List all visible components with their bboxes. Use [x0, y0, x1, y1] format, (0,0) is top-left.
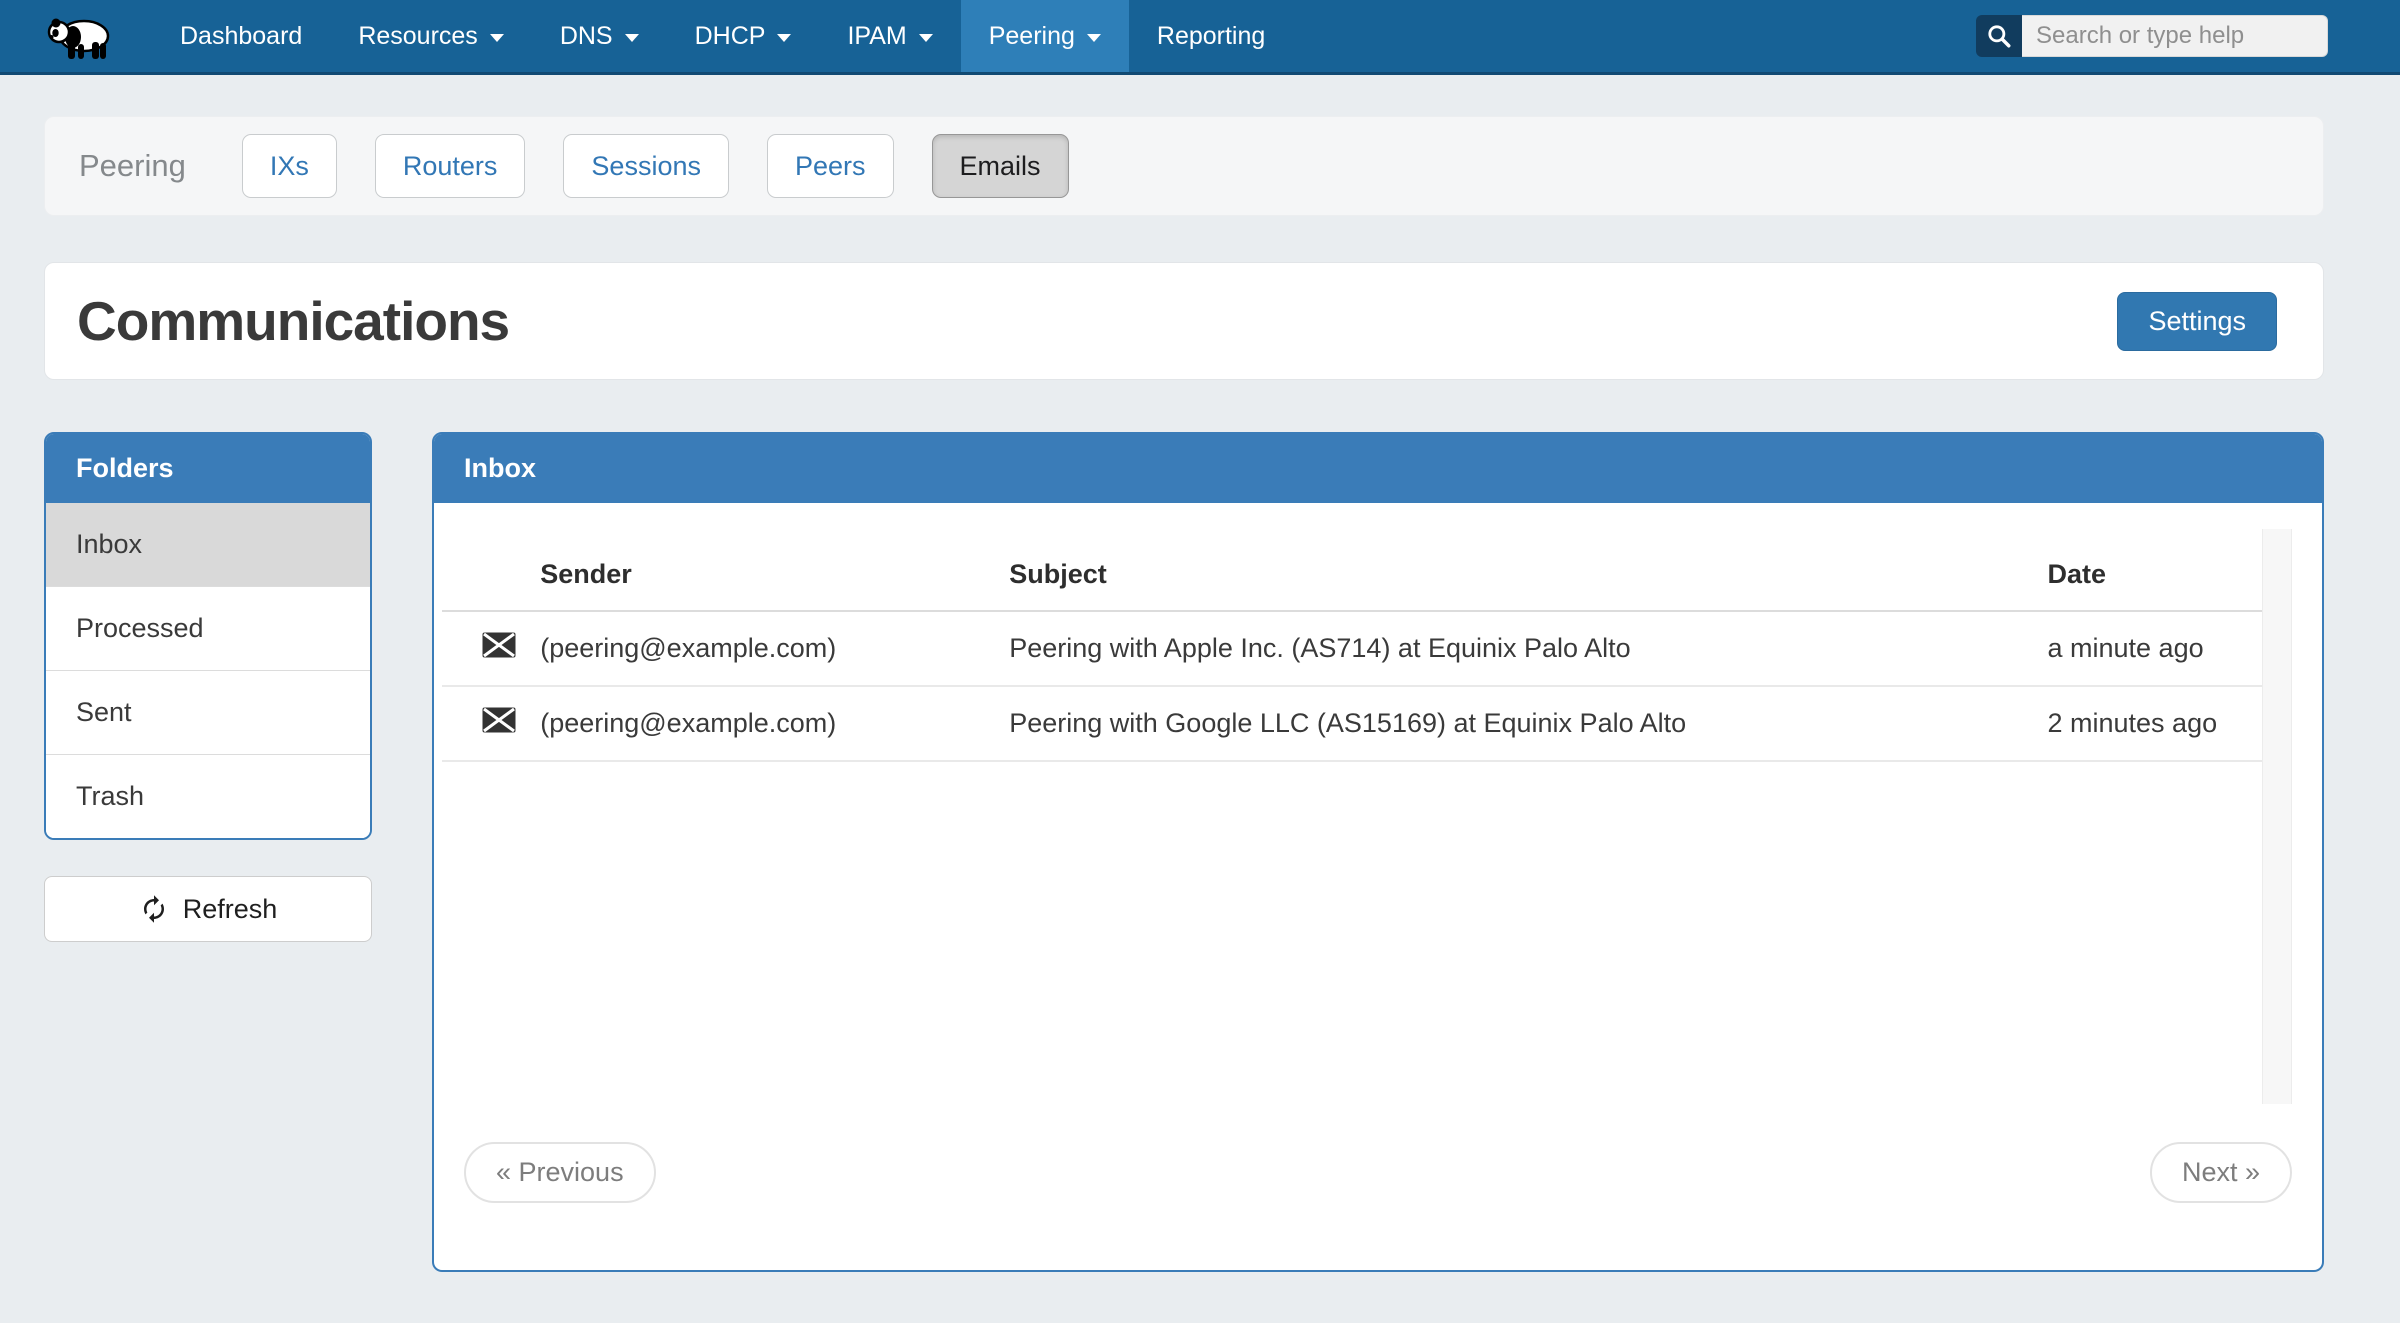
nav-item-label: Dashboard: [180, 22, 302, 51]
nav-item-label: Reporting: [1157, 22, 1265, 51]
email-table: Sender Subject Date (peering@examp: [442, 529, 2262, 762]
global-search: [1976, 15, 2328, 57]
table-scrollbar[interactable]: [2262, 529, 2292, 1104]
nav-item-label: Resources: [358, 22, 478, 51]
previous-page-button[interactable]: « Previous: [464, 1142, 656, 1203]
email-sender: (peering@example.com): [540, 686, 1009, 761]
folder-item-trash[interactable]: Trash: [46, 754, 370, 838]
nav-item-dns[interactable]: DNS: [532, 0, 667, 72]
icon-column-header: [442, 529, 540, 611]
envelope-icon: [482, 707, 516, 733]
search-input[interactable]: [2022, 15, 2328, 57]
main-nav: Dashboard Resources DNS DHCP IPAM Peerin…: [152, 0, 1293, 72]
chevron-down-icon: [777, 34, 791, 42]
email-row[interactable]: (peering@example.com) Peering with Apple…: [442, 611, 2262, 686]
refresh-button[interactable]: Refresh: [44, 876, 372, 942]
envelope-icon: [482, 632, 516, 658]
nav-item-dhcp[interactable]: DHCP: [667, 0, 820, 72]
page-header-card: Communications Settings: [44, 262, 2324, 380]
nav-item-dashboard[interactable]: Dashboard: [152, 0, 330, 72]
tab-routers[interactable]: Routers: [375, 134, 526, 198]
folder-item-processed[interactable]: Processed: [46, 586, 370, 670]
folders-panel-title: Folders: [46, 434, 370, 503]
nav-item-label: DNS: [560, 22, 613, 51]
top-navbar: Dashboard Resources DNS DHCP IPAM Peerin…: [0, 0, 2400, 75]
panda-logo-icon: [46, 12, 112, 60]
pagination: « Previous Next »: [464, 1142, 2292, 1203]
email-sender: (peering@example.com): [540, 611, 1009, 686]
email-subject: Peering with Google LLC (AS15169) at Equ…: [1009, 686, 2047, 761]
main-content: Folders Inbox Processed Sent Trash Refre…: [44, 432, 2324, 1272]
folder-item-inbox[interactable]: Inbox: [46, 503, 370, 586]
nav-item-resources[interactable]: Resources: [330, 0, 532, 72]
chevron-down-icon: [625, 34, 639, 42]
subject-column-header: Subject: [1009, 529, 2047, 611]
next-page-button[interactable]: Next »: [2150, 1142, 2292, 1203]
page-title: Communications: [77, 289, 509, 353]
tab-peers[interactable]: Peers: [767, 134, 894, 198]
folders-panel: Folders Inbox Processed Sent Trash: [44, 432, 372, 840]
section-label: Peering: [79, 148, 186, 184]
email-date: 2 minutes ago: [2048, 686, 2263, 761]
email-subject: Peering with Apple Inc. (AS714) at Equin…: [1009, 611, 2047, 686]
inbox-panel: Inbox Sender Subject Date: [432, 432, 2324, 1272]
date-column-header: Date: [2048, 529, 2263, 611]
email-table-container: Sender Subject Date (peering@examp: [442, 529, 2292, 1104]
peering-tabs: IXs Routers Sessions Peers Emails: [242, 134, 1069, 198]
folders-column: Folders Inbox Processed Sent Trash Refre…: [44, 432, 372, 942]
email-table-header-row: Sender Subject Date: [442, 529, 2262, 611]
app-logo[interactable]: [0, 0, 152, 72]
nav-item-peering[interactable]: Peering: [961, 0, 1129, 72]
tab-sessions[interactable]: Sessions: [563, 134, 729, 198]
email-date: a minute ago: [2048, 611, 2263, 686]
refresh-icon: [139, 894, 169, 924]
settings-button[interactable]: Settings: [2117, 292, 2277, 351]
nav-item-label: DHCP: [695, 22, 766, 51]
chevron-down-icon: [490, 34, 504, 42]
nav-item-label: IPAM: [847, 22, 906, 51]
sender-column-header: Sender: [540, 529, 1009, 611]
folder-item-sent[interactable]: Sent: [46, 670, 370, 754]
nav-item-label: Peering: [989, 22, 1075, 51]
chevron-down-icon: [919, 34, 933, 42]
inbox-panel-title: Inbox: [434, 434, 2322, 503]
tab-emails[interactable]: Emails: [932, 134, 1069, 198]
nav-item-reporting[interactable]: Reporting: [1129, 0, 1293, 72]
peering-toolbar: Peering IXs Routers Sessions Peers Email…: [44, 116, 2324, 216]
chevron-down-icon: [1087, 34, 1101, 42]
search-button[interactable]: [1976, 15, 2022, 57]
tab-ixs[interactable]: IXs: [242, 134, 337, 198]
email-row[interactable]: (peering@example.com) Peering with Googl…: [442, 686, 2262, 761]
search-icon: [1986, 23, 2012, 49]
refresh-button-label: Refresh: [183, 894, 278, 925]
nav-item-ipam[interactable]: IPAM: [819, 0, 960, 72]
